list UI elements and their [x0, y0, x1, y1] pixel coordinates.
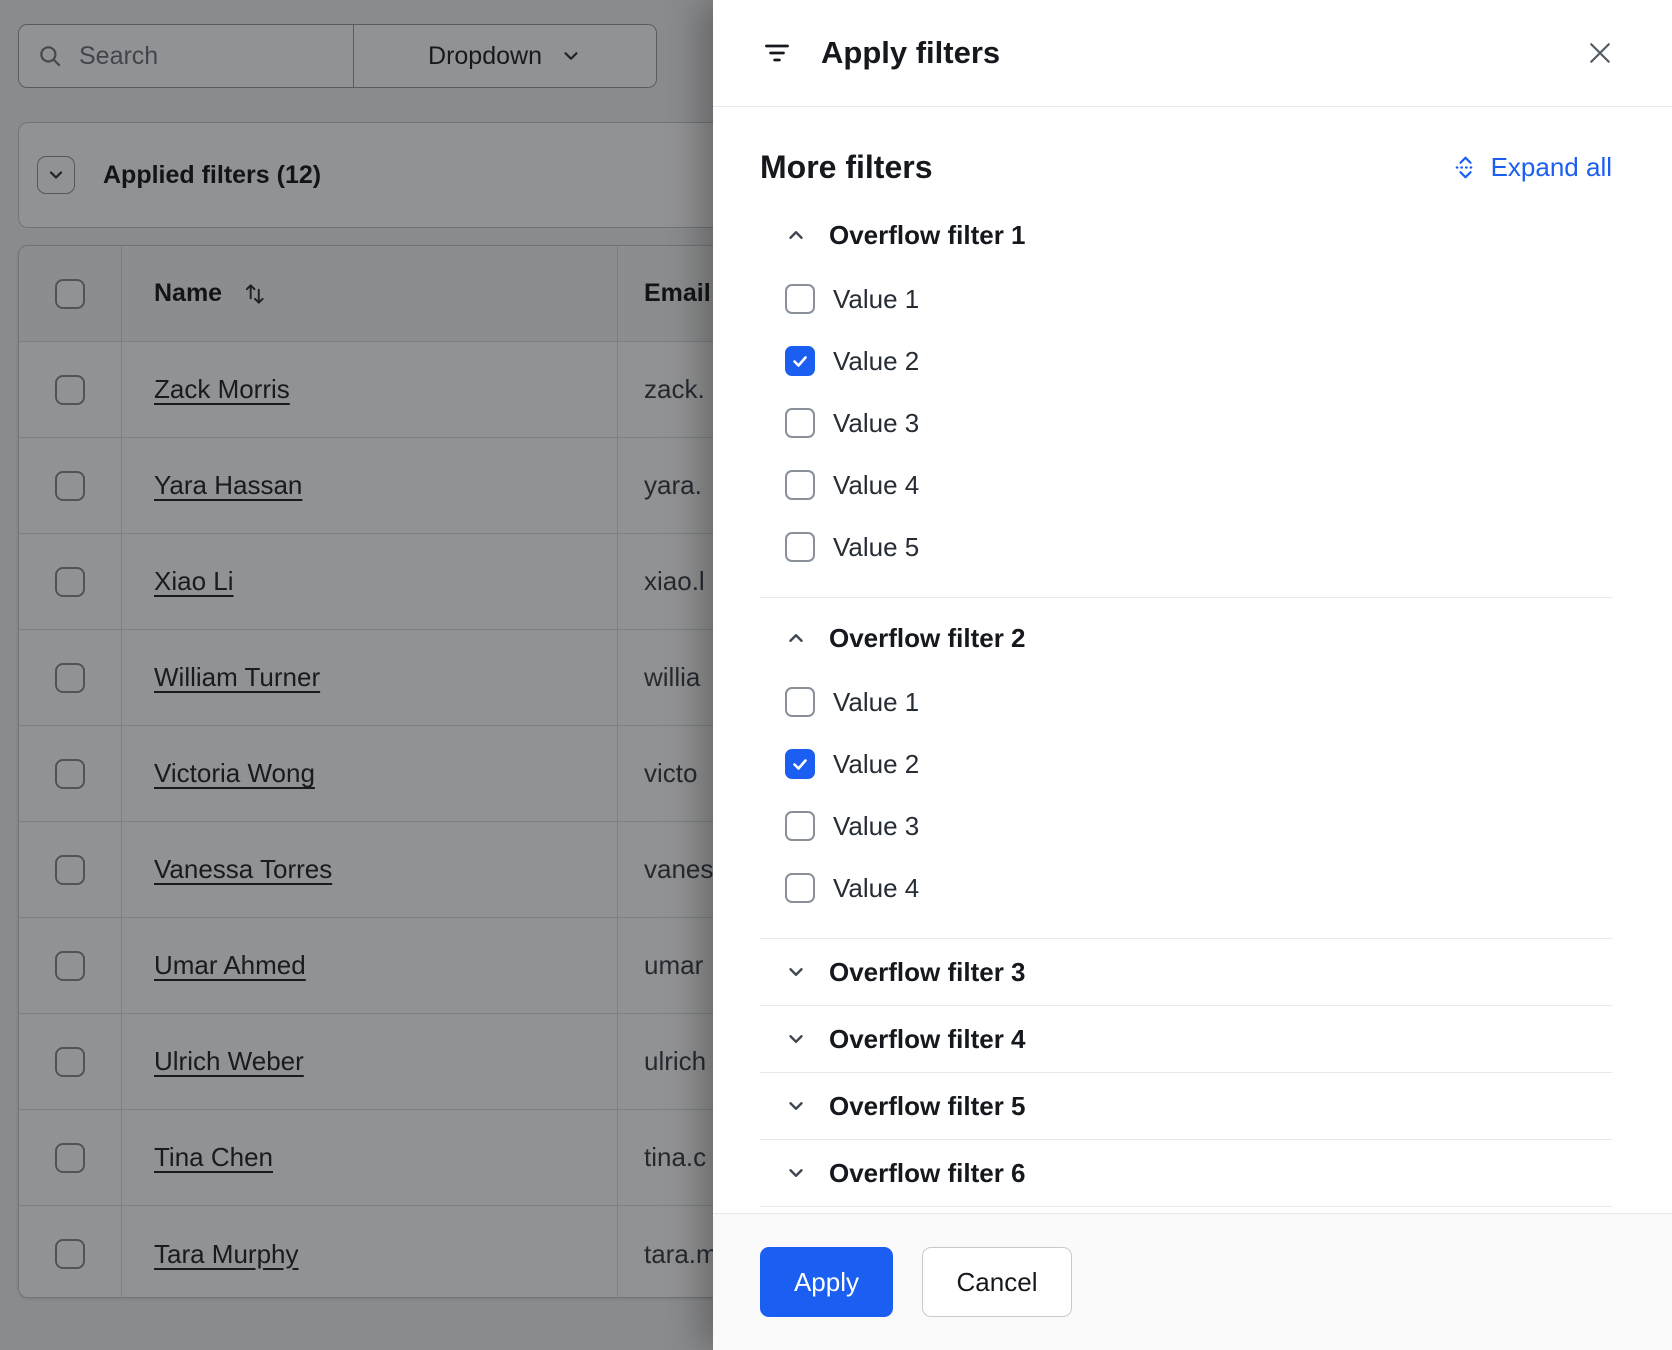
section-divider: [760, 1139, 1612, 1140]
checkbox[interactable]: [785, 408, 815, 438]
expand-all-label: Expand all: [1491, 152, 1612, 183]
filter-option-label: Value 4: [833, 470, 919, 501]
filter-group-label: Overflow filter 3: [829, 957, 1026, 988]
filter-group-label: Overflow filter 4: [829, 1024, 1026, 1055]
checkbox[interactable]: [785, 687, 815, 717]
filter-group-header-5[interactable]: Overflow filter 5: [785, 1089, 1612, 1123]
check-icon: [790, 754, 810, 774]
section-divider: [760, 938, 1612, 939]
expand-all-icon: [1453, 155, 1478, 180]
more-filters-row: More filters Expand all: [760, 145, 1612, 189]
filter-option-label: Value 1: [833, 687, 919, 718]
filter-group-label: Overflow filter 6: [829, 1158, 1026, 1189]
filter-option: Value 5: [785, 531, 1612, 563]
panel-header: Apply filters: [713, 0, 1672, 107]
cancel-button[interactable]: Cancel: [922, 1247, 1072, 1317]
filter-group-header-1[interactable]: Overflow filter 1: [785, 217, 1612, 253]
filter-option-label: Value 2: [833, 749, 919, 780]
filter-option: Value 3: [785, 407, 1612, 439]
checkbox[interactable]: [785, 470, 815, 500]
expand-all-button[interactable]: Expand all: [1453, 152, 1612, 183]
filter-option-label: Value 2: [833, 346, 919, 377]
section-divider: [760, 1072, 1612, 1073]
filter-group-label: Overflow filter 2: [829, 623, 1026, 654]
filter-group-header-6[interactable]: Overflow filter 6: [785, 1156, 1612, 1190]
filter-group-label: Overflow filter 5: [829, 1091, 1026, 1122]
check-icon: [790, 351, 810, 371]
filter-option-label: Value 4: [833, 873, 919, 904]
chevron-down-icon: [785, 1095, 807, 1117]
filter-option-label: Value 3: [833, 811, 919, 842]
filter-option: Value 2: [785, 345, 1612, 377]
filter-option-label: Value 3: [833, 408, 919, 439]
filter-option: Value 4: [785, 469, 1612, 501]
filter-option: Value 1: [785, 686, 1612, 718]
chevron-down-icon: [785, 1028, 807, 1050]
apply-button[interactable]: Apply: [760, 1247, 893, 1317]
checkbox[interactable]: [785, 811, 815, 841]
more-filters-heading: More filters: [760, 149, 932, 186]
filter-group-header-3[interactable]: Overflow filter 3: [785, 955, 1612, 989]
close-button[interactable]: [1585, 38, 1615, 68]
chevron-up-icon: [785, 627, 807, 649]
panel-body: More filters Expand all Overflow filter …: [713, 107, 1672, 1213]
chevron-up-icon: [785, 224, 807, 246]
section-divider: [760, 1206, 1612, 1207]
filter-option-label: Value 1: [833, 284, 919, 315]
filter-group-header-4[interactable]: Overflow filter 4: [785, 1022, 1612, 1056]
close-icon: [1585, 38, 1615, 68]
filter-option-label: Value 5: [833, 532, 919, 563]
filter-option: Value 4: [785, 872, 1612, 904]
filter-option: Value 2: [785, 748, 1612, 780]
chevron-down-icon: [785, 1162, 807, 1184]
checkbox[interactable]: [785, 749, 815, 779]
chevron-down-icon: [785, 961, 807, 983]
checkbox[interactable]: [785, 284, 815, 314]
panel-footer: Apply Cancel: [713, 1213, 1672, 1350]
filter-option: Value 1: [785, 283, 1612, 315]
filter-group-label: Overflow filter 1: [829, 220, 1026, 251]
apply-filters-panel: Apply filters More filters Expand all Ov…: [713, 0, 1672, 1350]
filter-option: Value 3: [785, 810, 1612, 842]
filter-lines-icon: [763, 39, 791, 67]
checkbox[interactable]: [785, 346, 815, 376]
panel-title: Apply filters: [821, 35, 1000, 71]
section-divider: [760, 1005, 1612, 1006]
checkbox[interactable]: [785, 873, 815, 903]
filter-group-header-2[interactable]: Overflow filter 2: [785, 620, 1612, 656]
section-divider: [760, 597, 1612, 598]
checkbox[interactable]: [785, 532, 815, 562]
